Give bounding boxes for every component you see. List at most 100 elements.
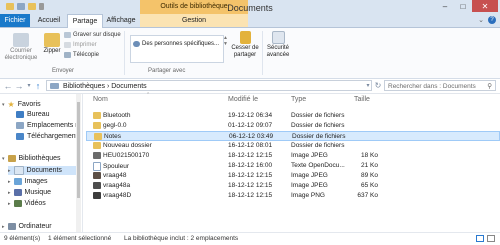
up-icon[interactable]: ↑ [33, 81, 43, 91]
nav-item-telechargements[interactable]: Téléchargement [16, 133, 78, 140]
file-row[interactable]: vraag48 18-12-12 12:15 Image JPEG 89 Ko [86, 171, 500, 181]
file-name: Nouveau dossier [103, 142, 152, 150]
file-row[interactable]: Spouleur 18-12-12 16:00 Texte OpenDocu..… [86, 161, 500, 171]
address-path: Bibliothèques › Documents [63, 83, 147, 90]
file-row[interactable]: vraag48a 18-12-12 12:15 Image JPEG 65 Ko [86, 181, 500, 191]
column-header-size[interactable]: Taille [354, 96, 370, 103]
file-type: Dossier de fichiers [291, 122, 345, 129]
refresh-icon[interactable]: ↻ [373, 81, 383, 91]
ribbon-tabs: Fichier Accueil Partage Affichage Gestio… [0, 14, 500, 28]
file-name-cell: vraag48D [93, 192, 131, 199]
email-button-label: Courrier électronique [4, 48, 38, 61]
tab-gestion[interactable]: Gestion [140, 14, 248, 27]
details-view-icon[interactable] [476, 235, 484, 242]
image-file-icon [93, 182, 101, 189]
address-dropdown-icon[interactable]: ▾ [363, 81, 373, 91]
image-file-icon [93, 192, 101, 199]
expand-icon[interactable]: ▸ [8, 168, 11, 174]
zip-button[interactable]: Zipper [40, 33, 64, 55]
nav-item-ordinateur[interactable]: ▸ Ordinateur [2, 223, 52, 230]
close-icon[interactable]: ✕ [472, 0, 498, 12]
file-row-selected[interactable]: Notes 06-12-12 03:49 Dossier de fichiers [86, 131, 500, 141]
stop-sharing-button[interactable]: Cesser de partager [228, 31, 262, 59]
advanced-security-button[interactable]: Sécurité avancée [263, 31, 293, 59]
minimize-icon[interactable]: – [436, 0, 454, 12]
nav-scrollbar[interactable] [76, 94, 81, 232]
expand-icon[interactable]: ▸ [8, 179, 11, 185]
nav-item-musique[interactable]: ▸ Musique [8, 189, 51, 196]
fax-icon [64, 52, 71, 58]
nav-item-videos[interactable]: ▸ Vidéos [8, 200, 46, 207]
expand-icon[interactable]: ▸ [2, 224, 5, 230]
file-type: Dossier de fichiers [291, 142, 345, 149]
nav-item-images[interactable]: ▸ Images [8, 178, 47, 185]
nav-item-bibliotheques[interactable]: ▾ Bibliothèques [2, 155, 61, 162]
nav-item-emplacements[interactable]: Emplacements r [16, 122, 78, 129]
ribbon-separator [124, 31, 125, 75]
back-icon[interactable]: ← [3, 81, 13, 91]
status-bar: 9 élément(s) 1 élément sélectionné La bi… [0, 232, 500, 245]
maximize-icon[interactable]: □ [454, 0, 472, 12]
nav-item-documents[interactable]: ▸ Documents [8, 166, 78, 175]
file-type: Image PNG [291, 192, 325, 199]
zip-icon [44, 33, 60, 47]
file-row[interactable]: gegl-0.0 01-12-12 09:07 Dossier de fichi… [86, 121, 500, 131]
nav-item-favoris[interactable]: ▾ ★ Favoris [2, 100, 41, 109]
file-name: HEU021500170 [103, 152, 150, 160]
status-item-count: 9 élément(s) [4, 235, 41, 242]
expand-icon[interactable]: ▾ [2, 156, 5, 162]
share-with-item[interactable]: Des personnes spécifiques... [133, 41, 219, 47]
burn-disc-button[interactable]: Graver sur disque [64, 32, 121, 38]
file-name-cell: Spouleur [93, 162, 129, 171]
print-button[interactable]: Imprimer [64, 42, 97, 48]
file-modified: 18-12-12 16:00 [228, 162, 273, 169]
scroll-thumb[interactable] [77, 102, 80, 198]
file-name: Spouleur [103, 163, 130, 171]
search-placeholder: Rechercher dans : Documents [388, 83, 476, 90]
file-name: Bluetooth [103, 112, 131, 120]
file-modified: 18-12-12 12:15 [228, 172, 273, 179]
chevron-down-icon[interactable]: ⌄ [478, 16, 484, 24]
column-header-name[interactable]: Nom [93, 96, 108, 103]
print-label: Imprimer [73, 42, 97, 48]
fax-button[interactable]: Télécopie [64, 52, 99, 58]
search-input[interactable]: Rechercher dans : Documents ⚲ [384, 80, 496, 91]
email-button[interactable]: Courrier électronique [4, 33, 38, 62]
large-icons-view-icon[interactable] [487, 235, 495, 242]
ribbon-partage: Courrier électronique Zipper Graver sur … [0, 28, 500, 79]
library-icon [50, 83, 59, 89]
file-row[interactable]: vraag48D 18-12-12 12:15 Image PNG 637 Ko [86, 191, 500, 201]
window-title: Documents [227, 3, 273, 13]
navigation-bar: ← → ▾ ↑ Bibliothèques › Documents ▾ ↻ Re… [0, 79, 500, 94]
nav-item-bureau[interactable]: Bureau [16, 111, 50, 118]
file-row[interactable]: Nouveau dossier 16-12-12 08:01 Dossier d… [86, 141, 500, 151]
file-row[interactable]: HEU021500170 18-12-12 12:15 Image JPEG 1… [86, 151, 500, 161]
forward-icon[interactable]: → [14, 81, 24, 91]
folder-icon [93, 112, 101, 119]
stop-sharing-label: Cesser de partager [231, 45, 259, 58]
expand-icon[interactable]: ▾ [2, 102, 5, 108]
group-label-send: Envoyer [52, 68, 75, 74]
share-with-list[interactable]: Des personnes spécifiques... [130, 35, 224, 63]
help-icon[interactable]: ? [488, 16, 496, 24]
file-row[interactable]: Bluetooth 19-12-12 06:34 Dossier de fich… [86, 111, 500, 121]
tab-accueil[interactable]: Accueil [32, 14, 66, 27]
file-modified: 18-12-12 12:15 [228, 192, 273, 199]
lock-icon [239, 31, 251, 44]
tab-partage[interactable]: Partage [67, 14, 103, 28]
folder-icon [93, 142, 101, 149]
column-header-type[interactable]: Type [291, 96, 306, 103]
tab-affichage[interactable]: Affichage [104, 14, 138, 27]
file-name: vraag48D [103, 192, 132, 200]
burn-disc-label: Graver sur disque [73, 32, 121, 38]
navigation-pane: ▾ ★ Favoris Bureau Emplacements r Téléch… [0, 94, 83, 232]
expand-icon[interactable]: ▸ [8, 201, 11, 207]
tab-fichier[interactable]: Fichier [0, 14, 30, 27]
column-header-modified[interactable]: Modifié le [228, 96, 258, 103]
window-controls: – □ ✕ [436, 0, 498, 12]
expand-icon[interactable]: ▸ [8, 190, 11, 196]
images-icon [13, 178, 22, 185]
address-bar[interactable]: Bibliothèques › Documents [46, 80, 372, 91]
recent-places-icon [16, 122, 24, 129]
file-size: 21 Ko [361, 162, 378, 169]
